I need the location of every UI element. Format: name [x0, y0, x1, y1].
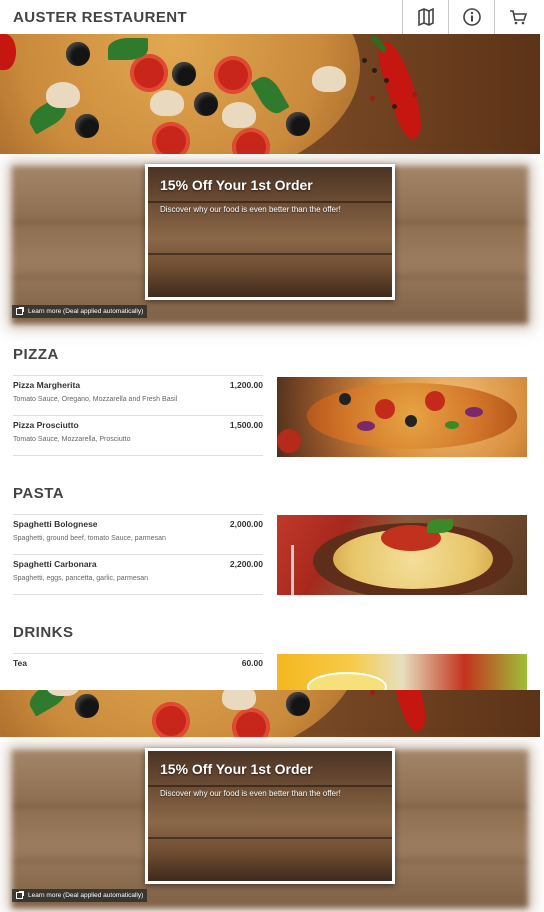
external-link-icon	[16, 891, 24, 899]
learn-more-label: Learn more (Deal applied automatically)	[28, 308, 144, 315]
pasta-photo	[277, 515, 527, 595]
item-price: 2,200.00	[229, 559, 263, 569]
menu-section-drinks: DRINKS Tea 60.00	[13, 624, 527, 694]
item-price: 1,200.00	[229, 380, 263, 390]
promo-subtitle: Discover why our food is even better tha…	[160, 205, 341, 214]
learn-more-link[interactable]: Learn more (Deal applied automatically)	[12, 889, 148, 902]
promo-title: 15% Off Your 1st Order	[160, 177, 313, 193]
top-navigation-bar: AUSTER RESTAURENT	[0, 0, 540, 34]
item-description: Tomato Sauce, Mozzarella, Prosciutto	[13, 436, 131, 443]
menu-item[interactable]: Spaghetti Carbonara 2,200.00 Spaghetti, e…	[13, 555, 263, 595]
menu-section-pizza: PIZZA Pizza Margherita 1,200.00 Tomato Sa…	[13, 346, 527, 457]
item-description: Spaghetti, ground beef, tomato Sauce, pa…	[13, 535, 166, 542]
item-name: Tea	[13, 658, 28, 668]
item-price: 2,000.00	[229, 519, 263, 529]
promo-banner[interactable]: 15% Off Your 1st Order Discover why our …	[12, 164, 528, 324]
info-icon	[462, 8, 481, 26]
hero-banner	[0, 34, 540, 154]
chili-pepper-image	[373, 38, 429, 142]
drinks-photo	[277, 654, 527, 690]
item-name: Pizza Prosciutto	[13, 420, 79, 430]
item-description: Tomato Sauce, Oregano, Mozzarella and Fr…	[13, 396, 178, 403]
promo-subtitle: Discover why our food is even better tha…	[160, 789, 341, 798]
promo-card[interactable]: 15% Off Your 1st Order Discover why our …	[145, 164, 395, 300]
cart-icon	[509, 10, 527, 25]
item-description: Spaghetti, eggs, pancetta, garlic, parme…	[13, 575, 149, 582]
menu-item[interactable]: Tea 60.00	[13, 654, 263, 694]
item-price: 60.00	[241, 658, 263, 668]
cart-button[interactable]	[494, 0, 540, 34]
map-button[interactable]	[402, 0, 448, 34]
item-price: 1,500.00	[229, 420, 263, 430]
item-name: Pizza Margherita	[13, 380, 81, 390]
brand-title: AUSTER RESTAURENT	[13, 8, 188, 26]
pizza-photo	[277, 377, 527, 457]
item-name: Spaghetti Carbonara	[13, 559, 97, 569]
promo-title: 15% Off Your 1st Order	[160, 761, 313, 777]
item-name: Spaghetti Bolognese	[13, 519, 98, 529]
external-link-icon	[16, 307, 24, 315]
promo-card[interactable]: 15% Off Your 1st Order Discover why our …	[145, 748, 395, 884]
promo-banner-repeat[interactable]: 15% Off Your 1st Order Discover why our …	[12, 748, 528, 908]
section-heading: DRINKS	[13, 624, 74, 641]
section-heading: PIZZA	[13, 346, 59, 363]
menu-item[interactable]: Spaghetti Bolognese 2,000.00 Spaghetti, g…	[13, 515, 263, 555]
map-icon	[417, 7, 434, 27]
learn-more-link[interactable]: Learn more (Deal applied automatically)	[12, 305, 148, 318]
learn-more-label: Learn more (Deal applied automatically)	[28, 892, 144, 899]
section-heading: PASTA	[13, 485, 65, 502]
menu-item[interactable]: Pizza Margherita 1,200.00 Tomato Sauce, O…	[13, 376, 263, 416]
info-button[interactable]	[448, 0, 494, 34]
menu-section-pasta: PASTA Spaghetti Bolognese 2,000.00 Spaghe…	[13, 485, 527, 595]
menu-item[interactable]: Pizza Prosciutto 1,500.00 Tomato Sauce, M…	[13, 416, 263, 456]
hero-banner-repeat	[0, 690, 540, 737]
